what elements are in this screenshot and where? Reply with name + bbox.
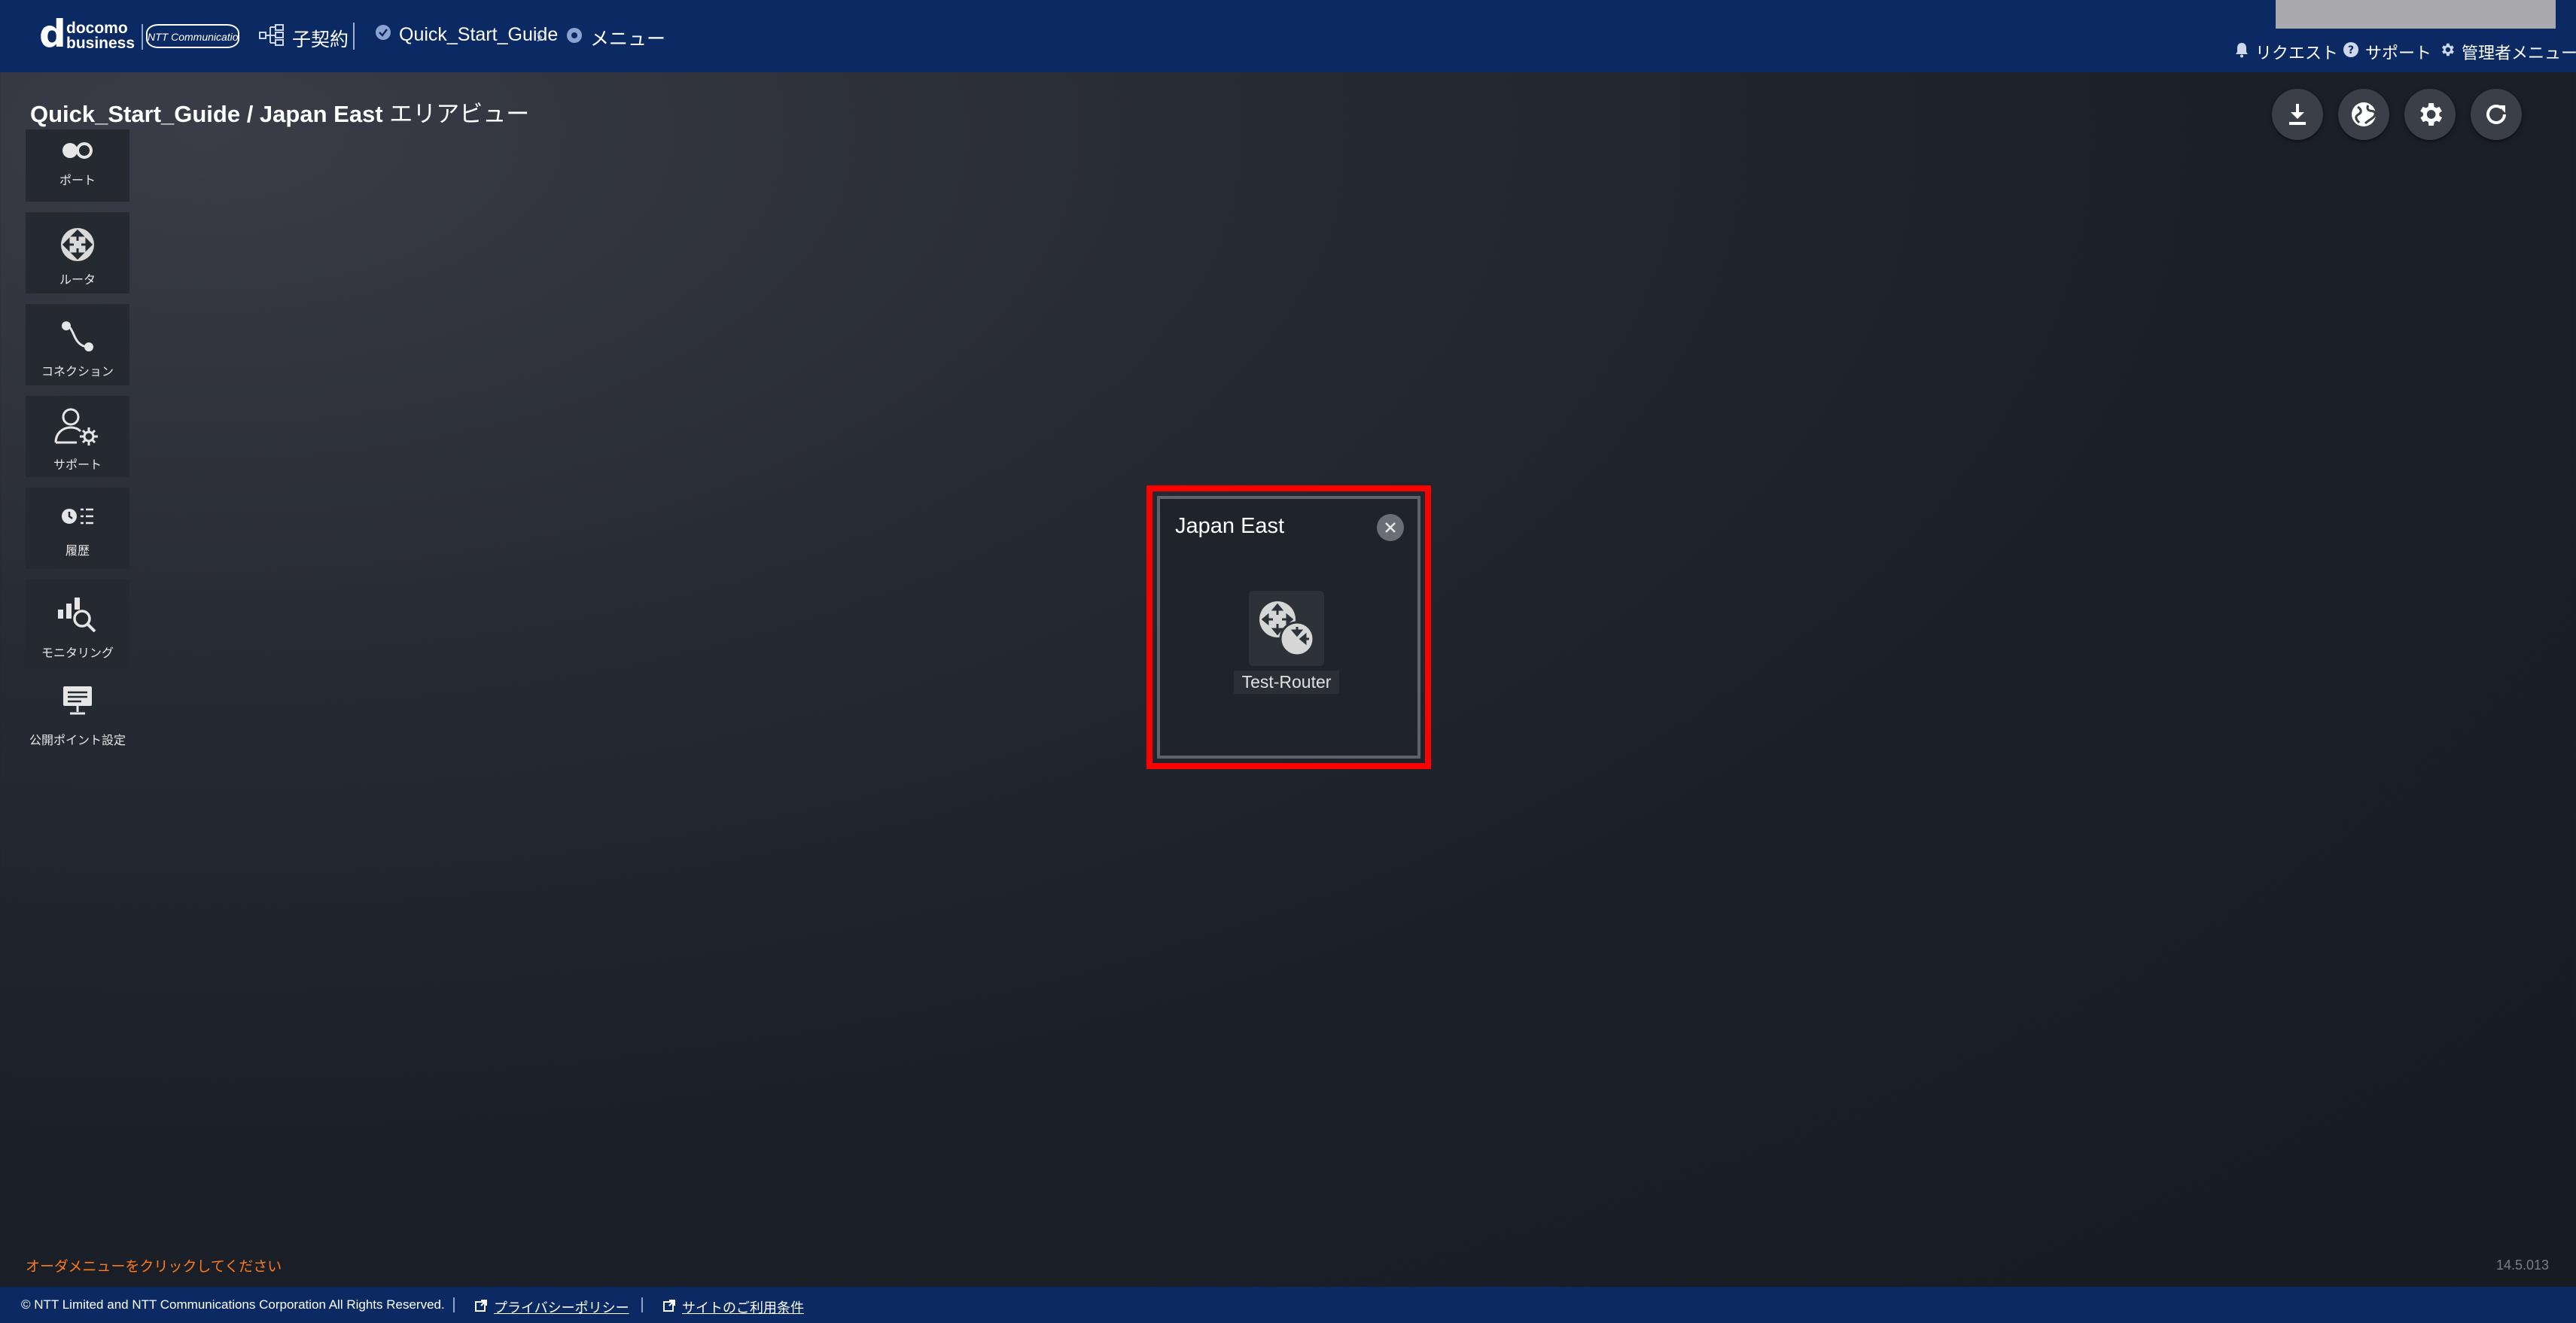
refresh-icon [2486,105,2506,124]
page-title-sub: エリアビュー [389,101,530,127]
router-label[interactable]: Test-Router [1234,671,1339,694]
support-icon [54,408,98,446]
popup-close-button[interactable] [1377,514,1404,541]
sidebar-item-label: ルータ [59,274,96,287]
footer: © NTT Limited and NTT Communications Cor… [0,1287,2576,1323]
logo-divider [142,24,143,50]
version-label: 14.5.013 [2496,1258,2550,1273]
connection-icon [62,321,93,351]
settings-button[interactable] [2404,89,2456,140]
support-link[interactable]: ? サポート [2343,40,2431,64]
sidebar-item-label: コネクション [41,366,114,379]
globe-button[interactable] [2338,89,2389,140]
copyright-text: © NTT Limited and NTT Communications Cor… [21,1297,445,1312]
router-pair-icon [1259,601,1315,657]
breadcrumb-guide-label: Quick_Start_Guide [399,24,559,45]
privacy-policy-label: プライバシーポリシー [494,1300,629,1315]
sidebar-item-history[interactable]: 履歴 [26,488,129,569]
gear-small-icon [2439,41,2456,62]
history-icon [62,508,93,525]
external-link-icon [474,1299,488,1316]
privacy-policy-link[interactable]: プライバシーポリシー [474,1297,629,1317]
sidebar-item-label: モニタリング [41,647,114,660]
admin-menu-link[interactable]: 管理者メニュー [2439,40,2576,64]
breadcrumb-guide[interactable]: Quick_Start_Guide [375,24,558,46]
sidebar-item-label: 履歴 [65,545,90,558]
hierarchy-icon [259,24,285,52]
sidebar-item-support[interactable]: サポート [26,396,129,477]
sidebar-item-label: 公開ポイント設定 [29,734,126,747]
breadcrumb-menu-label: メニュー [590,29,666,50]
sidebar-item-label: サポート [53,459,102,472]
page-title: Quick_Start_Guide / Japan East エリアビュー [30,95,529,129]
page-title-main: Quick_Start_Guide / Japan East [30,101,383,127]
download-icon [2289,104,2306,125]
breadcrumb-menu[interactable]: メニュー [566,24,665,51]
contract-selector[interactable]: 子契約 [259,24,349,52]
area-popup: Japan East Test-Router [1157,496,1420,759]
header-divider [353,23,355,50]
ntt-logo: NTT Communications [146,24,239,48]
breadcrumb-chevron-icon: › [536,24,544,47]
contract-label: 子契約 [292,29,349,50]
user-info-box [2276,0,2556,29]
public-point-icon [63,686,92,715]
svg-text:?: ? [2348,44,2354,56]
external-link-icon [662,1299,676,1316]
popup-title: Japan East [1175,514,1285,538]
port-icon [62,142,93,159]
sidebar-item-router[interactable]: ルータ [26,212,129,293]
breadcrumb-circle-icon [375,24,391,46]
bell-icon [2234,41,2249,62]
help-icon: ? [2343,41,2359,62]
menu-circle-icon [566,27,583,49]
request-link[interactable]: リクエスト [2234,40,2338,64]
admin-menu-label: 管理者メニュー [2462,44,2576,62]
footer-divider [641,1297,643,1312]
router-icon [61,228,94,261]
globe-icon [2352,102,2377,126]
sidebar-item-connection[interactable]: コネクション [26,304,129,385]
close-icon [1385,522,1396,533]
monitoring-icon [58,598,96,632]
sidebar-item-monitoring[interactable]: モニタリング [26,579,129,670]
sidebar-item-public-point[interactable]: 公開ポイント設定 [26,680,129,753]
sidebar-item-label: ポート [59,175,96,187]
logo-bottom-text: business [66,35,135,52]
order-menu-hint: オーダメニューをクリックしてください [26,1259,282,1275]
footer-divider [453,1297,455,1312]
top-header: d docomo business NTT Communications 子契約 … [0,0,2576,72]
terms-label: サイトのご利用条件 [682,1300,804,1315]
sidebar-item-port[interactable]: ポート [26,129,129,202]
download-button[interactable] [2272,89,2323,140]
terms-link[interactable]: サイトのご利用条件 [662,1297,804,1317]
refresh-button[interactable] [2471,89,2522,140]
gear-icon [2420,103,2442,126]
support-label: サポート [2365,44,2432,62]
router-node[interactable] [1249,591,1324,666]
request-label: リクエスト [2255,44,2339,62]
